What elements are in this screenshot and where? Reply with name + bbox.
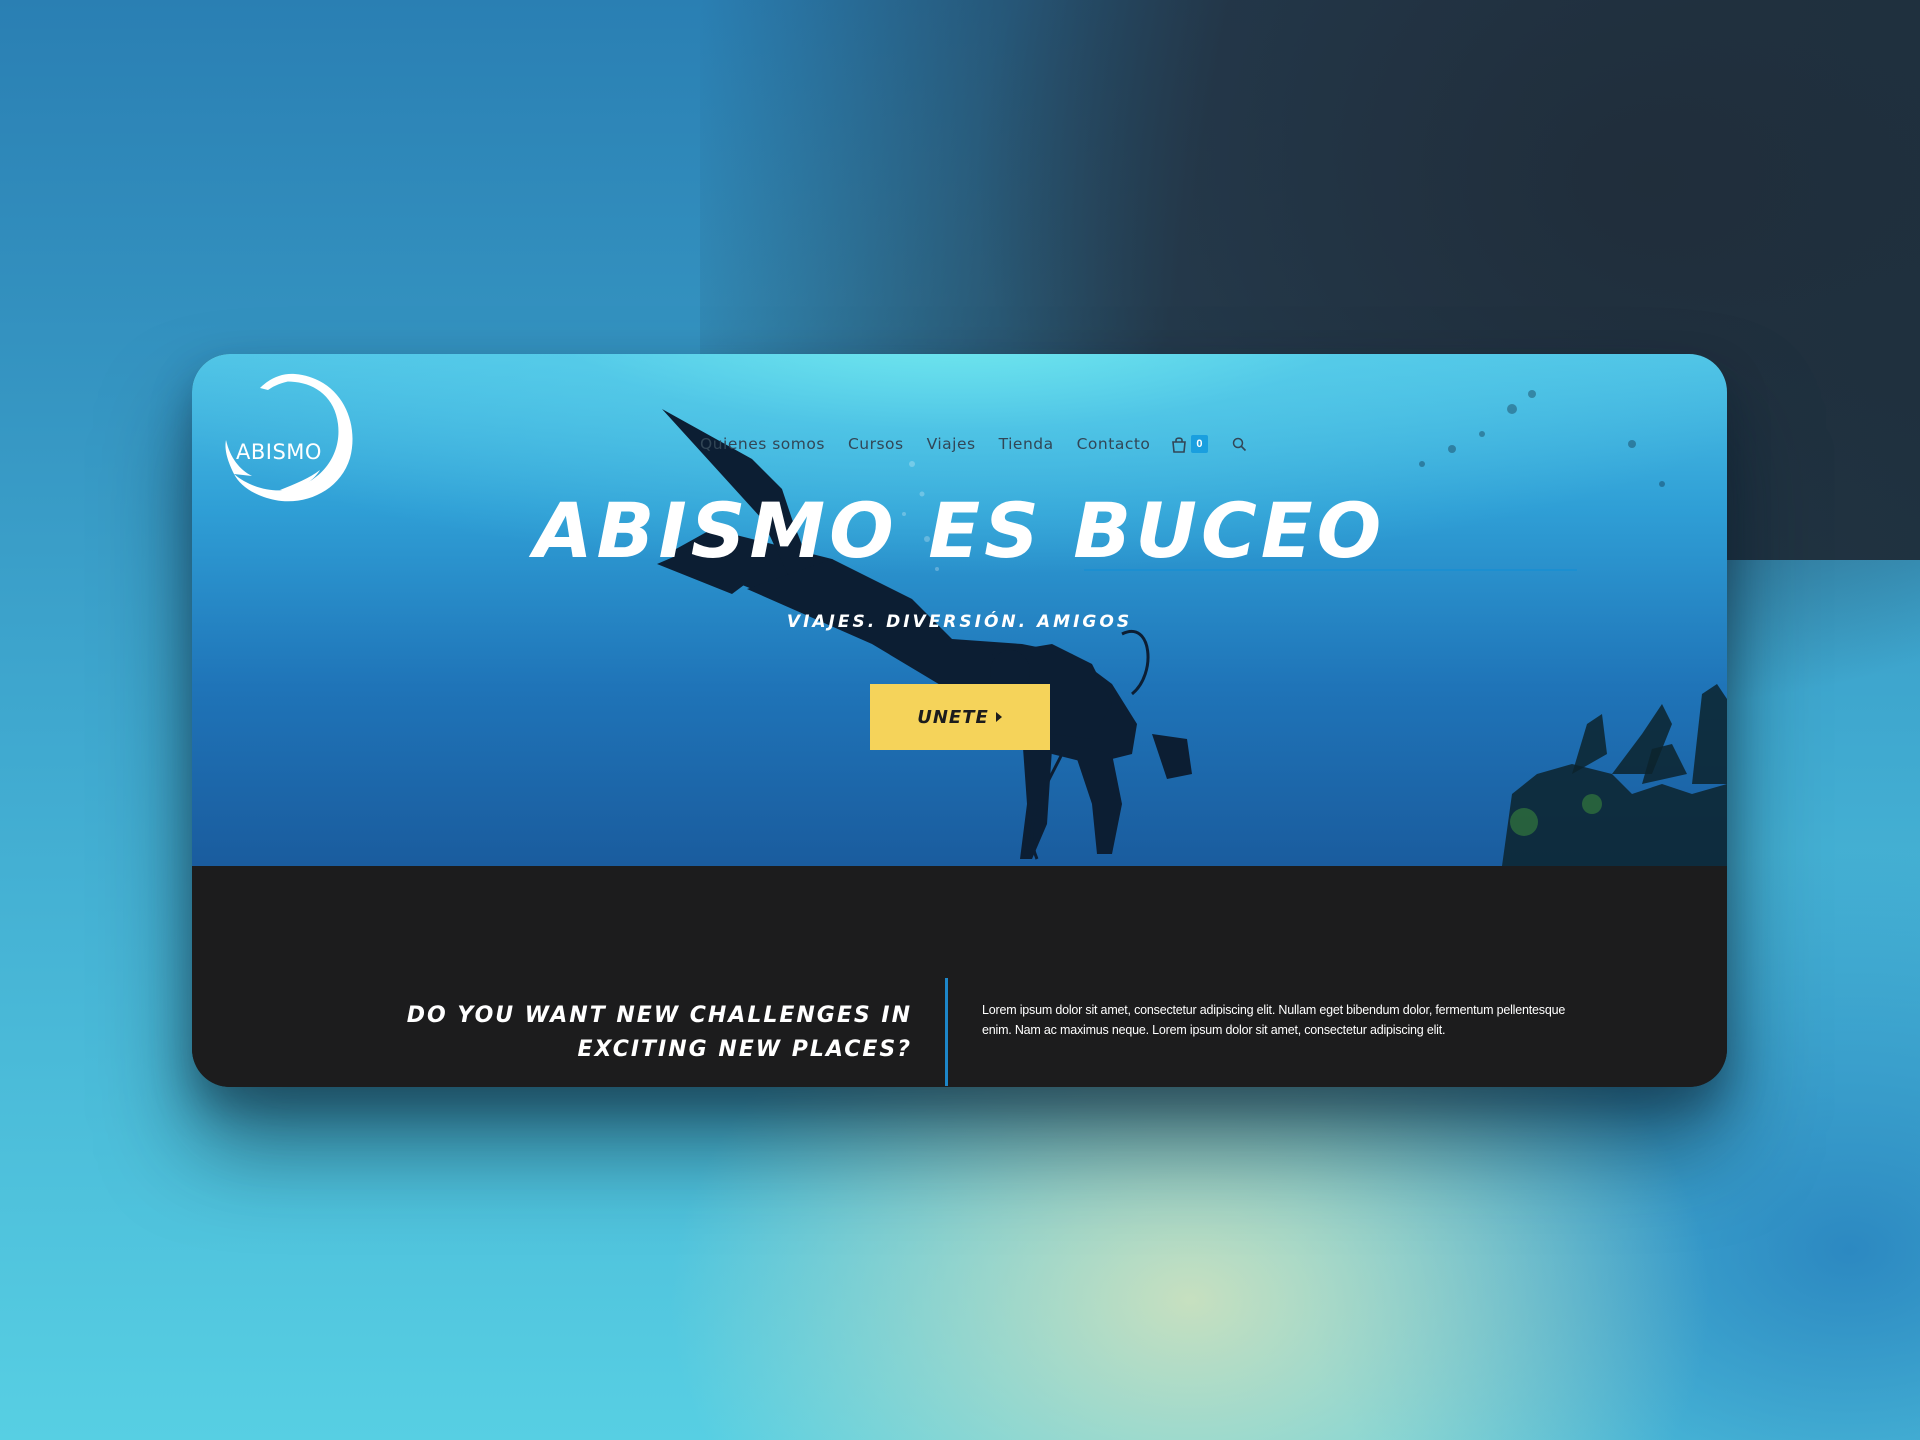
nav-item-quienes-somos[interactable]: Quienes somos (700, 435, 825, 453)
logo-text: ABISMO (236, 440, 322, 464)
cart-count-badge: 0 (1191, 435, 1208, 453)
website-card: ABISMO Quienes somos Cursos Viajes Tiend… (192, 354, 1727, 1087)
unete-button[interactable]: UNETE (870, 684, 1050, 750)
nav-item-contacto[interactable]: Contacto (1077, 435, 1151, 453)
shopping-bag-icon (1172, 436, 1187, 453)
nav-item-tienda[interactable]: Tienda (999, 435, 1054, 453)
nav-item-cursos[interactable]: Cursos (848, 435, 904, 453)
caret-right-icon (995, 712, 1002, 722)
hero-section: ABISMO Quienes somos Cursos Viajes Tiend… (192, 354, 1727, 866)
intro-section: DO YOU WANT NEW CHALLENGES IN EXCITING N… (192, 866, 1727, 1087)
hero-title: ABISMO ES BUCEO (533, 486, 1386, 575)
hero-subtitle: VIAJES. DIVERSIÓN. AMIGOS (786, 612, 1133, 632)
cart-button[interactable]: 0 (1171, 435, 1208, 453)
section-divider (945, 978, 948, 1086)
nav-item-viajes[interactable]: Viajes (927, 435, 976, 453)
abismo-logo[interactable] (220, 366, 360, 506)
title-underline (1084, 569, 1577, 571)
section-body-text: Lorem ipsum dolor sit amet, consectetur … (982, 1003, 1566, 1037)
main-nav: Quienes somos Cursos Viajes Tienda Conta… (700, 430, 1247, 458)
search-button[interactable] (1232, 437, 1247, 452)
section-heading: DO YOU WANT NEW CHALLENGES IN EXCITING N… (406, 1003, 912, 1062)
unete-button-label: UNETE (917, 706, 989, 728)
search-icon (1232, 437, 1246, 451)
